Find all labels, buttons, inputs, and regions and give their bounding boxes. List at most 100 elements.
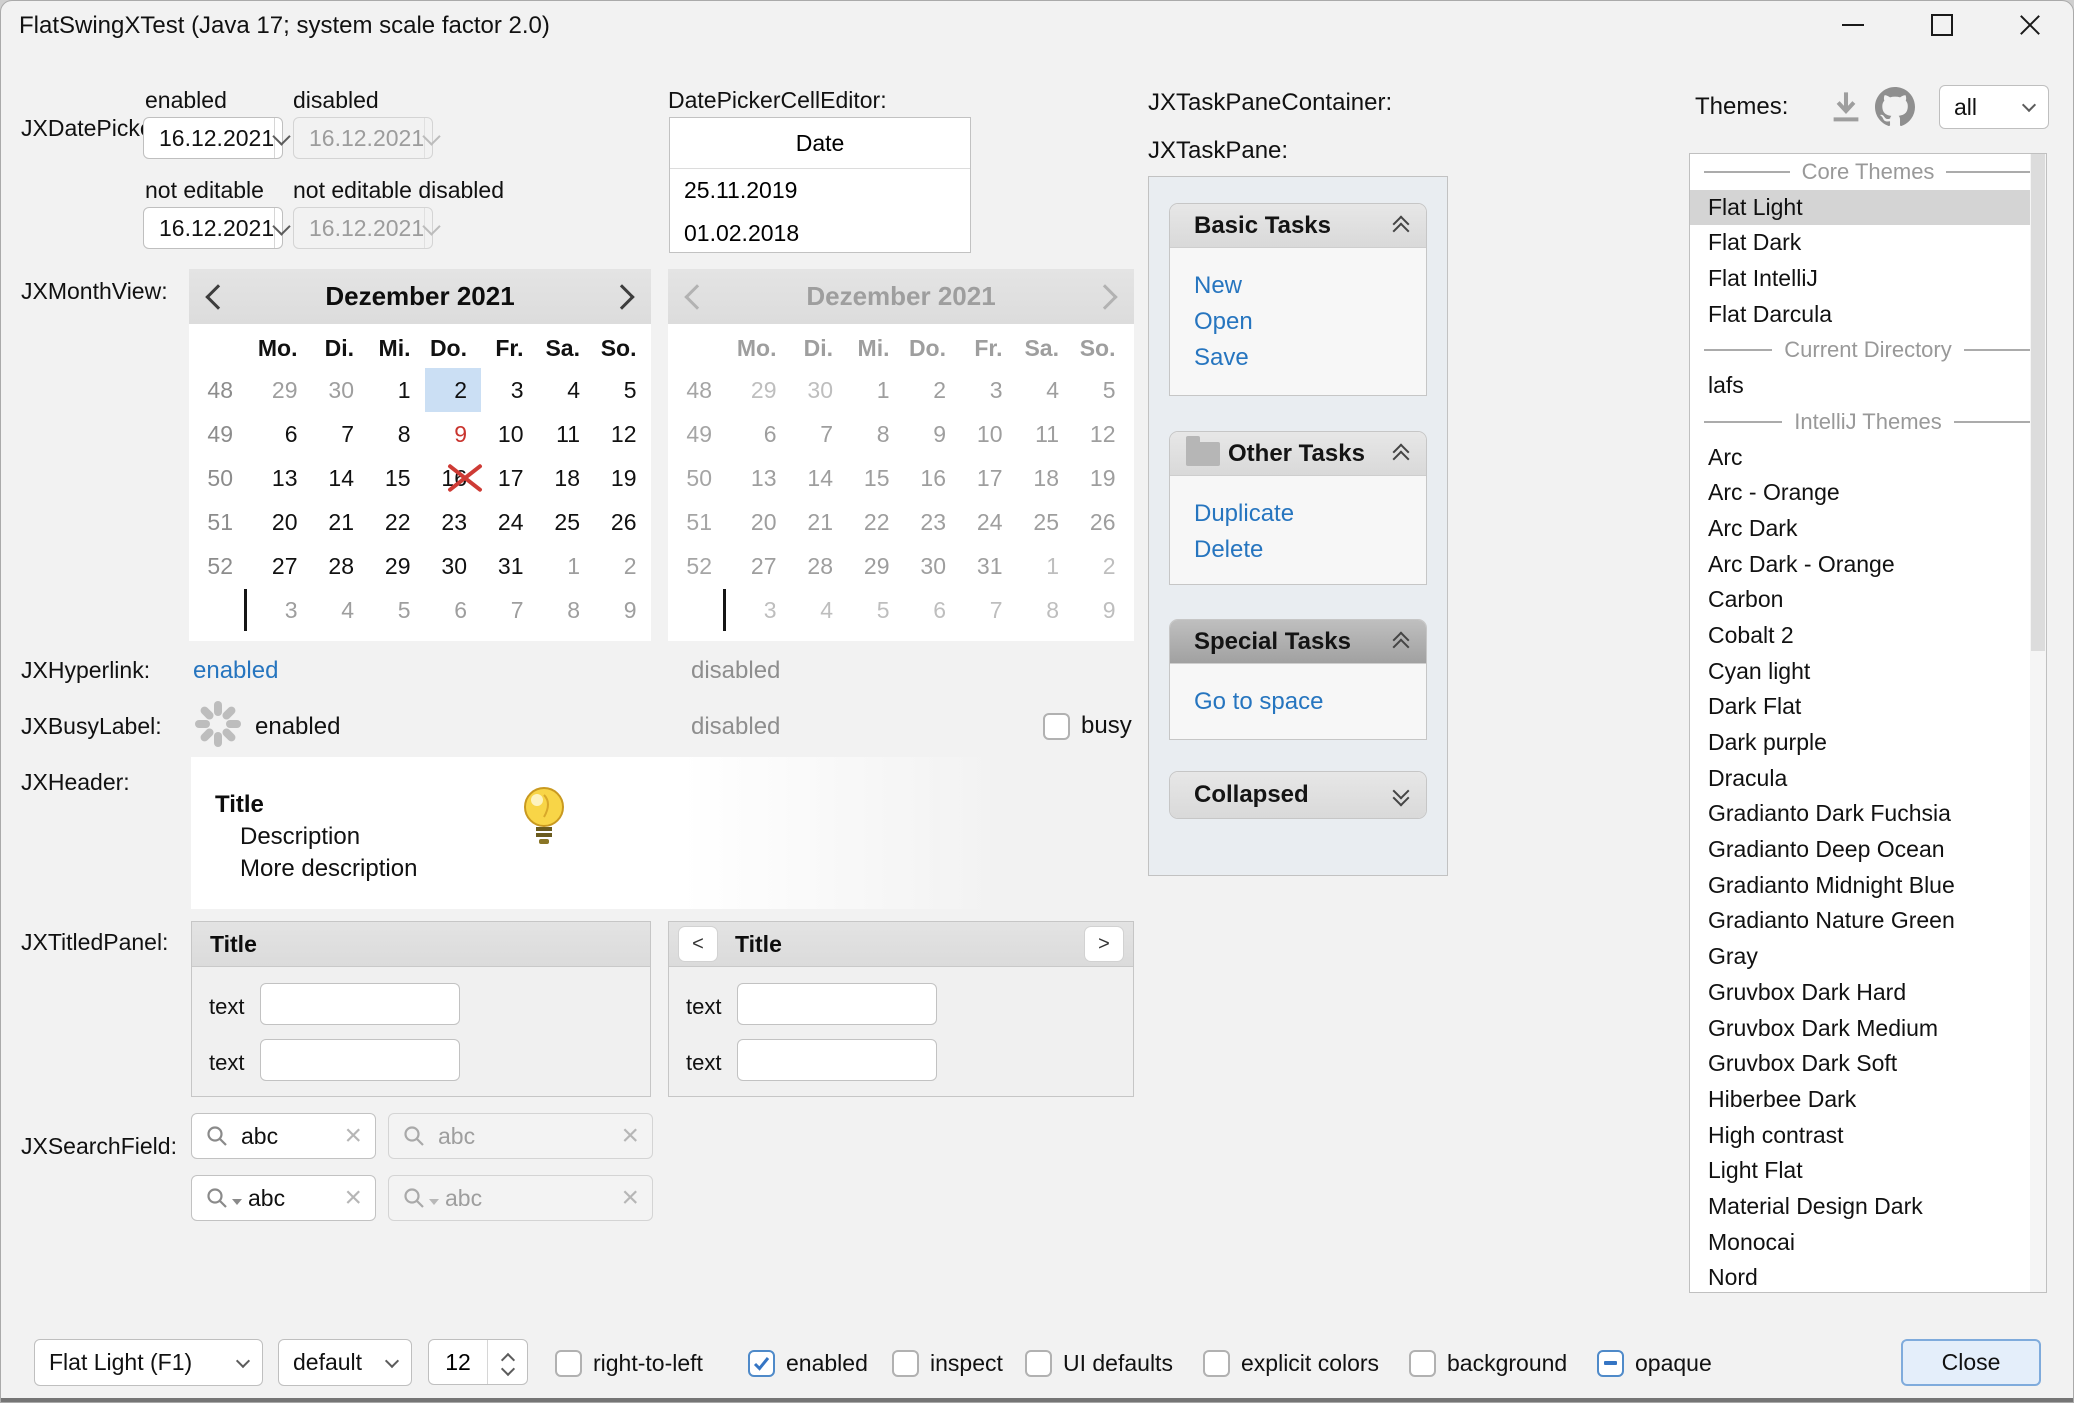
text-input[interactable] bbox=[737, 983, 937, 1025]
calendar-day[interactable]: 16 bbox=[425, 456, 482, 500]
theme-item[interactable]: Nord bbox=[1690, 1260, 2046, 1293]
theme-item[interactable]: Carbon bbox=[1690, 582, 2046, 618]
table-row[interactable]: 25.11.2019 bbox=[670, 169, 970, 212]
theme-item[interactable]: Monocai bbox=[1690, 1225, 2046, 1261]
search-menu-arrow-icon[interactable] bbox=[232, 1199, 242, 1205]
theme-item[interactable]: Gradianto Deep Ocean bbox=[1690, 832, 2046, 868]
theme-item[interactable]: Gruvbox Dark Hard bbox=[1690, 975, 2046, 1011]
theme-item[interactable]: Cyan light bbox=[1690, 654, 2046, 690]
theme-item[interactable]: Arc Dark bbox=[1690, 511, 2046, 547]
theme-item[interactable]: lafs bbox=[1690, 368, 2046, 404]
calendar-day[interactable]: 4 bbox=[312, 588, 369, 632]
calendar-day[interactable]: 3 bbox=[481, 368, 538, 412]
calendar-day[interactable]: 7 bbox=[312, 412, 369, 456]
calendar-day[interactable]: 23 bbox=[425, 500, 482, 544]
calendar-day[interactable]: 24 bbox=[481, 500, 538, 544]
calendar-day[interactable]: 13 bbox=[255, 456, 312, 500]
checkbox-background[interactable] bbox=[1409, 1350, 1436, 1377]
collapse-chevron-icon[interactable] bbox=[1392, 444, 1410, 464]
calendar-day[interactable]: 7 bbox=[481, 588, 538, 632]
text-input[interactable] bbox=[260, 983, 460, 1025]
checkbox-enabled[interactable] bbox=[748, 1350, 775, 1377]
titledpanel-right-button[interactable]: > bbox=[1085, 927, 1123, 961]
calendar-day[interactable]: 28 bbox=[312, 544, 369, 588]
font-combo[interactable]: default bbox=[278, 1339, 412, 1386]
theme-item[interactable]: Flat Dark bbox=[1690, 225, 2046, 261]
expand-chevron-icon[interactable] bbox=[1392, 785, 1410, 805]
theme-item[interactable]: Gradianto Dark Fuchsia bbox=[1690, 796, 2046, 832]
close-button[interactable]: Close bbox=[1901, 1339, 2041, 1386]
search-value[interactable]: abc bbox=[248, 1185, 344, 1212]
calendar-day[interactable]: 9 bbox=[594, 588, 651, 632]
theme-item[interactable]: Gradianto Nature Green bbox=[1690, 903, 2046, 939]
calendar-day[interactable]: 1 bbox=[368, 368, 425, 412]
datepicker-enabled[interactable]: 16.12.2021 bbox=[143, 117, 283, 159]
hyperlink-enabled[interactable]: enabled bbox=[193, 657, 278, 685]
table-row[interactable]: 01.02.2018 bbox=[670, 212, 970, 255]
searchfield-filter-enabled[interactable]: abc × bbox=[191, 1175, 376, 1221]
checkbox-inspect[interactable] bbox=[892, 1350, 919, 1377]
taskpane-header[interactable]: Basic Tasks bbox=[1170, 204, 1426, 248]
checkbox-right-to-left[interactable] bbox=[555, 1350, 582, 1377]
calendar-day[interactable]: 5 bbox=[594, 368, 651, 412]
calendar-day[interactable]: 27 bbox=[255, 544, 312, 588]
clear-icon[interactable]: × bbox=[344, 1183, 362, 1213]
theme-item[interactable]: Dark purple bbox=[1690, 725, 2046, 761]
chevron-down-icon[interactable] bbox=[274, 208, 288, 248]
theme-item[interactable]: Dracula bbox=[1690, 761, 2046, 797]
calendar-day[interactable]: 6 bbox=[425, 588, 482, 632]
date-value[interactable]: 16.12.2021 bbox=[144, 118, 274, 158]
chevron-down-icon[interactable] bbox=[274, 118, 288, 158]
calendar-day[interactable]: 14 bbox=[312, 456, 369, 500]
theme-item[interactable]: Gruvbox Dark Medium bbox=[1690, 1011, 2046, 1047]
calendar-day[interactable]: 29 bbox=[368, 544, 425, 588]
titledpanel-left-button[interactable]: < bbox=[679, 927, 717, 961]
calendar-day[interactable]: 9 bbox=[425, 412, 482, 456]
maximize-button[interactable] bbox=[1910, 1, 1974, 49]
text-input[interactable] bbox=[737, 1039, 937, 1081]
theme-item[interactable]: Arc Dark - Orange bbox=[1690, 547, 2046, 583]
themes-filter-combo[interactable]: all bbox=[1939, 85, 2049, 129]
theme-item[interactable]: Gradianto Midnight Blue bbox=[1690, 868, 2046, 904]
calendar-day[interactable]: 21 bbox=[312, 500, 369, 544]
search-value[interactable]: abc bbox=[241, 1123, 344, 1150]
minimize-button[interactable] bbox=[1821, 1, 1885, 49]
github-icon[interactable] bbox=[1875, 87, 1915, 127]
theme-item[interactable]: Gray bbox=[1690, 939, 2046, 975]
calendar-day[interactable]: 4 bbox=[538, 368, 595, 412]
calendar-day[interactable]: 18 bbox=[538, 456, 595, 500]
theme-item[interactable]: Light Flat bbox=[1690, 1153, 2046, 1189]
theme-item[interactable]: Flat Darcula bbox=[1690, 297, 2046, 333]
searchfield-enabled[interactable]: abc × bbox=[191, 1113, 376, 1159]
celleditor-table[interactable]: Date 25.11.2019 01.02.2018 bbox=[669, 117, 971, 253]
calendar-day[interactable]: 2 bbox=[425, 368, 482, 412]
collapse-chevron-icon[interactable] bbox=[1392, 216, 1410, 236]
theme-item[interactable]: Dark Flat bbox=[1690, 689, 2046, 725]
calendar-day[interactable]: 6 bbox=[255, 412, 312, 456]
taskpane-header[interactable]: Special Tasks bbox=[1170, 620, 1426, 664]
calendar-day[interactable]: 25 bbox=[538, 500, 595, 544]
checkbox-ui-defaults[interactable] bbox=[1025, 1350, 1052, 1377]
calendar-day[interactable]: 12 bbox=[594, 412, 651, 456]
calendar-day[interactable]: 26 bbox=[594, 500, 651, 544]
download-icon[interactable] bbox=[1827, 89, 1865, 125]
theme-item[interactable]: Cobalt 2 bbox=[1690, 618, 2046, 654]
calendar-day[interactable]: 8 bbox=[538, 588, 595, 632]
datepicker-not-editable[interactable]: 16.12.2021 bbox=[143, 207, 283, 249]
laf-combo[interactable]: Flat Light (F1) bbox=[34, 1339, 263, 1386]
theme-item[interactable]: Arc - Orange bbox=[1690, 475, 2046, 511]
calendar-day[interactable]: 2 bbox=[594, 544, 651, 588]
theme-item[interactable]: Flat IntelliJ bbox=[1690, 261, 2046, 297]
calendar-day[interactable]: 17 bbox=[481, 456, 538, 500]
calendar-day[interactable]: 22 bbox=[368, 500, 425, 544]
collapse-chevron-icon[interactable] bbox=[1392, 632, 1410, 652]
taskpane-header[interactable]: Other Tasks bbox=[1170, 432, 1426, 476]
busy-checkbox[interactable] bbox=[1043, 713, 1070, 740]
next-month-icon[interactable] bbox=[609, 284, 634, 309]
task-link[interactable]: Go to space bbox=[1194, 684, 1426, 720]
calendar-day[interactable]: 15 bbox=[368, 456, 425, 500]
calendar-day[interactable]: 30 bbox=[312, 368, 369, 412]
calendar-day[interactable]: 29 bbox=[255, 368, 312, 412]
calendar-day[interactable]: 8 bbox=[368, 412, 425, 456]
themes-scrollbar[interactable] bbox=[2030, 154, 2046, 1292]
